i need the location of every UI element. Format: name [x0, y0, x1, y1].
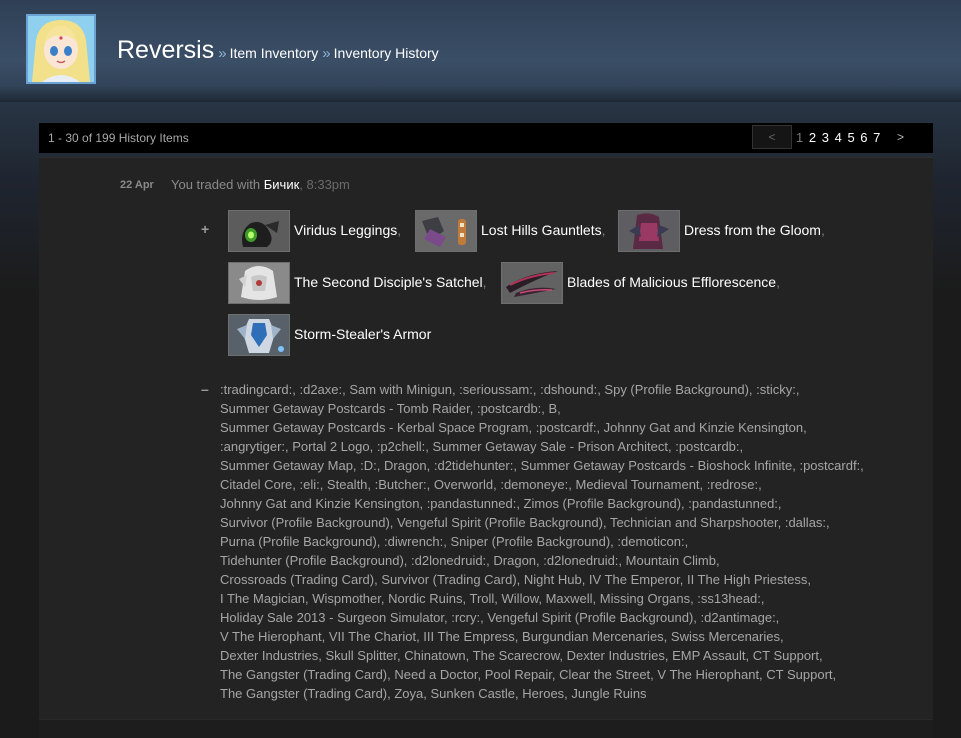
given-items-line: Purna (Profile Background), :diwrench:, … — [220, 534, 689, 549]
given-items-line: :tradingcard:, :d2axe:, Sam with Minigun… — [220, 382, 800, 397]
given-items-minus-icon: – — [201, 381, 209, 397]
given-items-line: Dexter Industries, Skull Splitter, China… — [220, 648, 823, 663]
given-items-line: Tidehunter (Profile Background), :d2lone… — [220, 553, 720, 568]
item-thumbnail — [501, 262, 563, 304]
given-items-line: V The Hierophant, VII The Chariot, III T… — [220, 629, 784, 644]
item-thumbnail — [415, 210, 477, 252]
gauntlets-item-icon — [416, 211, 476, 251]
dress-item-icon — [619, 211, 679, 251]
paging-bar: 1 - 30 of 199 History Items < 1 2 3 4 5 … — [39, 123, 933, 153]
breadcrumb-separator: » — [218, 45, 227, 62]
item-name: Dress from the Gloom — [684, 222, 821, 238]
leggings-item-icon — [229, 211, 289, 251]
item-separator: , — [601, 222, 606, 238]
breadcrumb-item-inventory[interactable]: Item Inventory — [230, 45, 319, 61]
given-items-line: Summer Getaway Postcards - Kerbal Space … — [220, 420, 807, 435]
history-count: 1 - 30 of 199 History Items — [48, 131, 189, 145]
given-items-list: :tradingcard:, :d2axe:, Sam with Minigun… — [220, 380, 930, 703]
given-items-line: Summer Getaway Postcards - Tomb Raider, … — [220, 401, 561, 416]
item-separator: , — [776, 274, 780, 290]
item-name: Viridus Leggings — [294, 222, 398, 238]
given-items-line: Holiday Sale 2013 - Surgeon Simulator, :… — [220, 610, 780, 625]
breadcrumb: Reversis» Item Inventory» Inventory Histor… — [117, 36, 439, 65]
item-name: The Second Disciple's Satchel — [294, 274, 483, 290]
received-items-plus-icon: + — [201, 221, 210, 237]
user-avatar[interactable] — [26, 14, 96, 84]
breadcrumb-separator: » — [322, 45, 331, 62]
username-link[interactable]: Reversis — [117, 36, 214, 64]
page-link[interactable]: 5 — [847, 130, 855, 145]
item-thumbnail — [228, 262, 290, 304]
item-thumbnail — [228, 314, 290, 356]
trade-time: , 8:33pm — [299, 177, 350, 192]
blades-item-icon — [502, 263, 562, 303]
prev-page-button[interactable]: < — [752, 125, 792, 149]
armor-item-icon — [229, 315, 289, 355]
item-thumbnail — [228, 210, 290, 252]
given-items-line: The Gangster (Trading Card), Need a Doct… — [220, 667, 837, 682]
given-items-line: Citadel Core, :eli:, Stealth, :Butcher:,… — [220, 477, 762, 492]
given-items-line: Johnny Gat and Kinzie Kensington, :panda… — [220, 496, 782, 511]
page-link[interactable]: 3 — [822, 130, 830, 145]
given-items-line: I The Magician, Wispmother, Nordic Ruins… — [220, 591, 765, 606]
item-separator: , — [482, 274, 487, 290]
page-link[interactable]: 4 — [835, 130, 843, 145]
item-thumbnail — [618, 210, 680, 252]
item-name: Blades of Malicious Efflorescence — [567, 274, 777, 290]
item-separator: , — [397, 222, 402, 238]
page-link[interactable]: 6 — [860, 130, 868, 145]
given-items-line: Survivor (Profile Background), Vengeful … — [220, 515, 830, 530]
breadcrumb-inventory-history[interactable]: Inventory History — [334, 45, 439, 61]
given-items-line: Crossroads (Trading Card), Survivor (Tra… — [220, 572, 811, 587]
page-link[interactable]: 7 — [873, 130, 881, 145]
item-name: Lost Hills Gauntlets — [481, 222, 602, 238]
page-link-current: 1 — [796, 130, 805, 145]
item-separator: , — [820, 222, 825, 238]
given-items-line: The Gangster (Trading Card), Zoya, Sunke… — [220, 686, 647, 701]
trade-text: You traded with — [171, 177, 261, 192]
page-links: 1 2 3 4 5 6 7 — [796, 130, 881, 145]
trade-date: 22 Apr — [120, 179, 154, 191]
trade-partner-link[interactable]: Бичик — [264, 177, 300, 192]
satchel-item-icon — [229, 263, 289, 303]
trade-description: You traded with Бичик, 8:33pm — [171, 177, 350, 192]
page-link[interactable]: 2 — [809, 130, 817, 145]
given-items-line: Summer Getaway Map, :D:, Dragon, :d2tide… — [220, 458, 864, 473]
history-panel-footer — [39, 719, 933, 738]
item-name: Storm-Stealer's Armor — [294, 326, 432, 342]
next-page-button[interactable]: > — [897, 130, 904, 144]
avatar-image — [28, 16, 94, 82]
given-items-line: :angrytiger:, Portal 2 Logo, :p2chell:, … — [220, 439, 744, 454]
